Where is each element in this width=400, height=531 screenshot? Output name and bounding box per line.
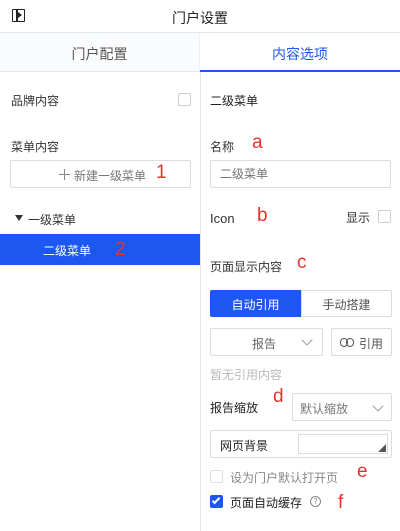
new-level1-menu-label: 新建一级菜单 [74,169,147,183]
name-label: 名称 [210,140,235,154]
page-title: 门户设置 [172,11,228,27]
header-bar: 门户设置 [0,0,400,33]
zoom-label: 报告缩放 [210,401,259,415]
mode-manual-button[interactable]: 手动搭建 [301,290,392,317]
default-open-label: 设为门户默认打开页 [230,471,339,485]
tab-portal-config[interactable]: 门户配置 [0,33,200,71]
quote-button-label: 引用 [359,337,384,351]
section-title: 二级菜单 [210,94,259,108]
check-icon [211,495,221,505]
tree-item-level2-label: 二级菜单 [43,244,92,258]
report-select[interactable]: 报告 [210,328,323,356]
tab-portal-config-label: 门户配置 [71,47,128,63]
tree-item-level1-label: 一级菜单 [28,213,77,227]
report-select-value: 报告 [252,337,277,351]
mode-auto-label: 自动引用 [231,298,280,312]
menu-content-label: 菜单内容 [11,140,60,154]
panel-divider [200,72,201,531]
background-label: 网页背景 [220,439,269,453]
icon-label: Icon [210,211,235,226]
no-reference-text: 暂无引用内容 [210,368,283,382]
brand-content-checkbox[interactable] [178,93,191,106]
zoom-select-value: 默认缩放 [300,402,349,416]
auto-cache-checkbox[interactable] [210,495,223,508]
annotation-c: c [297,252,307,273]
caret-down-icon [15,215,23,221]
annotation-e: e [357,461,368,482]
tab-bar: 门户配置 内容选项 [0,33,400,72]
tree-item-level2[interactable]: 二级菜单 2 [0,234,200,265]
background-row: 网页背景 [210,430,392,458]
background-color-picker[interactable] [298,434,388,454]
page-content-label: 页面显示内容 [210,260,283,274]
annotation-1: 1 [156,162,167,183]
annotation-2: 2 [115,239,126,260]
mode-manual-label: 手动搭建 [322,298,371,312]
plus-icon [59,169,70,180]
picker-corner-icon [378,444,386,452]
link-icon [340,338,354,347]
brand-content-label: 品牌内容 [11,94,60,108]
auto-cache-label: 页面自动缓存 [230,496,303,510]
tree-item-level1[interactable]: 一级菜单 [0,208,200,230]
name-input[interactable] [210,160,391,188]
annotation-d: d [273,386,284,407]
show-checkbox[interactable] [378,210,391,223]
default-open-checkbox[interactable] [210,470,223,483]
quote-button[interactable]: 引用 [331,328,392,356]
zoom-chevron-down-icon [372,400,384,412]
annotation-a: a [252,132,263,153]
show-label: 显示 [346,211,371,225]
zoom-select[interactable]: 默认缩放 [292,393,392,421]
help-icon[interactable]: ? [310,496,321,507]
tab-content-options[interactable]: 内容选项 [200,33,400,72]
annotation-f: f [338,492,344,513]
annotation-b: b [257,205,268,226]
tab-content-options-label: 内容选项 [272,47,328,63]
chevron-down-icon [301,334,313,346]
mode-auto-button[interactable]: 自动引用 [210,290,301,317]
